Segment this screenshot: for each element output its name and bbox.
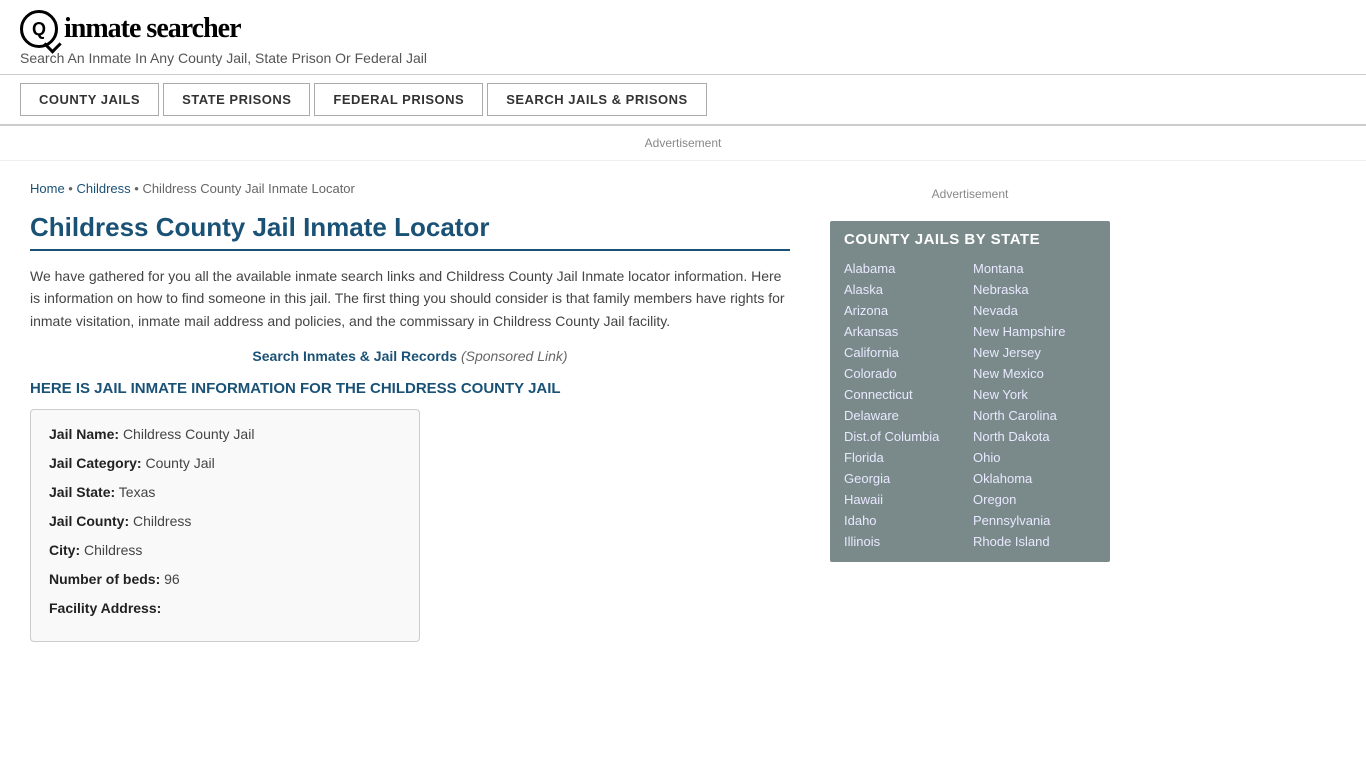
state-link-new-hampshire[interactable]: New Hampshire xyxy=(973,321,1096,342)
jail-state-v: Texas xyxy=(119,484,156,500)
state-link-north-carolina[interactable]: North Carolina xyxy=(973,405,1096,426)
state-link-oregon[interactable]: Oregon xyxy=(973,489,1096,510)
breadcrumb-parent[interactable]: Childress xyxy=(76,181,130,196)
state-link-florida[interactable]: Florida xyxy=(844,447,967,468)
sponsored-link[interactable]: Search Inmates & Jail Records xyxy=(252,348,457,364)
state-prisons-nav[interactable]: STATE PRISONS xyxy=(163,83,310,116)
breadcrumb: Home • Childress • Childress County Jail… xyxy=(30,181,790,196)
state-link-new-jersey[interactable]: New Jersey xyxy=(973,342,1096,363)
jail-beds-label: Number of beds: xyxy=(49,571,160,587)
states-col1: Alabama Alaska Arizona Arkansas Californ… xyxy=(844,258,967,552)
jail-city-v: Childress xyxy=(84,542,142,558)
body-text: We have gathered for you all the availab… xyxy=(30,265,790,332)
federal-prisons-nav[interactable]: FEDERAL PRISONS xyxy=(314,83,483,116)
content-area: Home • Childress • Childress County Jail… xyxy=(0,161,820,662)
state-link-nevada[interactable]: Nevada xyxy=(973,300,1096,321)
jail-category-label: Jail Category: xyxy=(49,455,142,471)
state-link-arkansas[interactable]: Arkansas xyxy=(844,321,967,342)
jail-address-row: Facility Address: xyxy=(49,598,401,619)
county-jails-title: COUNTY JAILS BY STATE xyxy=(844,231,1096,248)
header: Q inmate searcher Search An Inmate In An… xyxy=(0,0,1366,75)
state-link-hawaii[interactable]: Hawaii xyxy=(844,489,967,510)
state-link-alabama[interactable]: Alabama xyxy=(844,258,967,279)
state-link-colorado[interactable]: Colorado xyxy=(844,363,967,384)
jail-county-row: Jail County: Childress xyxy=(49,511,401,532)
jail-beds-v: 96 xyxy=(164,571,180,587)
state-link-california[interactable]: California xyxy=(844,342,967,363)
state-link-rhode-island[interactable]: Rhode Island xyxy=(973,531,1096,552)
search-jails-nav[interactable]: SEARCH JAILS & PRISONS xyxy=(487,83,706,116)
state-link-alaska[interactable]: Alaska xyxy=(844,279,967,300)
state-link-georgia[interactable]: Georgia xyxy=(844,468,967,489)
jail-name-row: Jail Name: Childress County Jail xyxy=(49,424,401,445)
county-jails-box: COUNTY JAILS BY STATE Alabama Alaska Ari… xyxy=(830,221,1110,562)
jail-category-row: Jail Category: County Jail xyxy=(49,453,401,474)
nav-bar: COUNTY JAILS STATE PRISONS FEDERAL PRISO… xyxy=(0,75,1366,126)
state-link-illinois[interactable]: Illinois xyxy=(844,531,967,552)
state-link-montana[interactable]: Montana xyxy=(973,258,1096,279)
logo-area: Q inmate searcher xyxy=(20,10,1346,48)
state-link-nebraska[interactable]: Nebraska xyxy=(973,279,1096,300)
jail-beds-row: Number of beds: 96 xyxy=(49,569,401,590)
jail-county-v: Childress xyxy=(133,513,191,529)
jail-county-label: Jail County: xyxy=(49,513,129,529)
jail-city-label: City: xyxy=(49,542,80,558)
jail-cat-v: County Jail xyxy=(145,455,214,471)
sidebar: Advertisement COUNTY JAILS BY STATE Alab… xyxy=(820,161,1120,662)
jail-name-label: Jail Name: xyxy=(49,426,119,442)
jail-address-label: Facility Address: xyxy=(49,600,161,616)
logo-icon: Q xyxy=(20,10,58,48)
state-link-delaware[interactable]: Delaware xyxy=(844,405,967,426)
state-link-oklahoma[interactable]: Oklahoma xyxy=(973,468,1096,489)
section-heading: HERE IS JAIL INMATE INFORMATION FOR THE … xyxy=(30,380,790,397)
sidebar-ad: Advertisement xyxy=(830,181,1110,207)
state-link-new-mexico[interactable]: New Mexico xyxy=(973,363,1096,384)
states-col2: Montana Nebraska Nevada New Hampshire Ne… xyxy=(973,258,1096,552)
county-jails-nav[interactable]: COUNTY JAILS xyxy=(20,83,159,116)
jail-state-row: Jail State: Texas xyxy=(49,482,401,503)
breadcrumb-current: Childress County Jail Inmate Locator xyxy=(142,181,354,196)
tagline: Search An Inmate In Any County Jail, Sta… xyxy=(20,50,1346,66)
jail-city-row: City: Childress xyxy=(49,540,401,561)
state-link-ohio[interactable]: Ohio xyxy=(973,447,1096,468)
sponsored-label-text: (Sponsored Link) xyxy=(461,348,568,364)
jail-state-label: Jail State: xyxy=(49,484,115,500)
state-link-north-dakota[interactable]: North Dakota xyxy=(973,426,1096,447)
page-title: Childress County Jail Inmate Locator xyxy=(30,212,790,251)
state-link-new-york[interactable]: New York xyxy=(973,384,1096,405)
state-link-arizona[interactable]: Arizona xyxy=(844,300,967,321)
jail-name-val: Childress County Jail xyxy=(123,426,255,442)
sponsored-link-area: Search Inmates & Jail Records (Sponsored… xyxy=(30,348,790,364)
state-link-idaho[interactable]: Idaho xyxy=(844,510,967,531)
info-card: Jail Name: Childress County Jail Jail Ca… xyxy=(30,409,420,642)
state-link-pennsylvania[interactable]: Pennsylvania xyxy=(973,510,1096,531)
ad-banner: Advertisement xyxy=(0,126,1366,161)
state-link-dc[interactable]: Dist.of Columbia xyxy=(844,426,967,447)
states-grid: Alabama Alaska Arizona Arkansas Californ… xyxy=(844,258,1096,552)
main-layout: Home • Childress • Childress County Jail… xyxy=(0,161,1366,662)
breadcrumb-home[interactable]: Home xyxy=(30,181,65,196)
logo-text: inmate searcher xyxy=(64,13,241,45)
state-link-connecticut[interactable]: Connecticut xyxy=(844,384,967,405)
